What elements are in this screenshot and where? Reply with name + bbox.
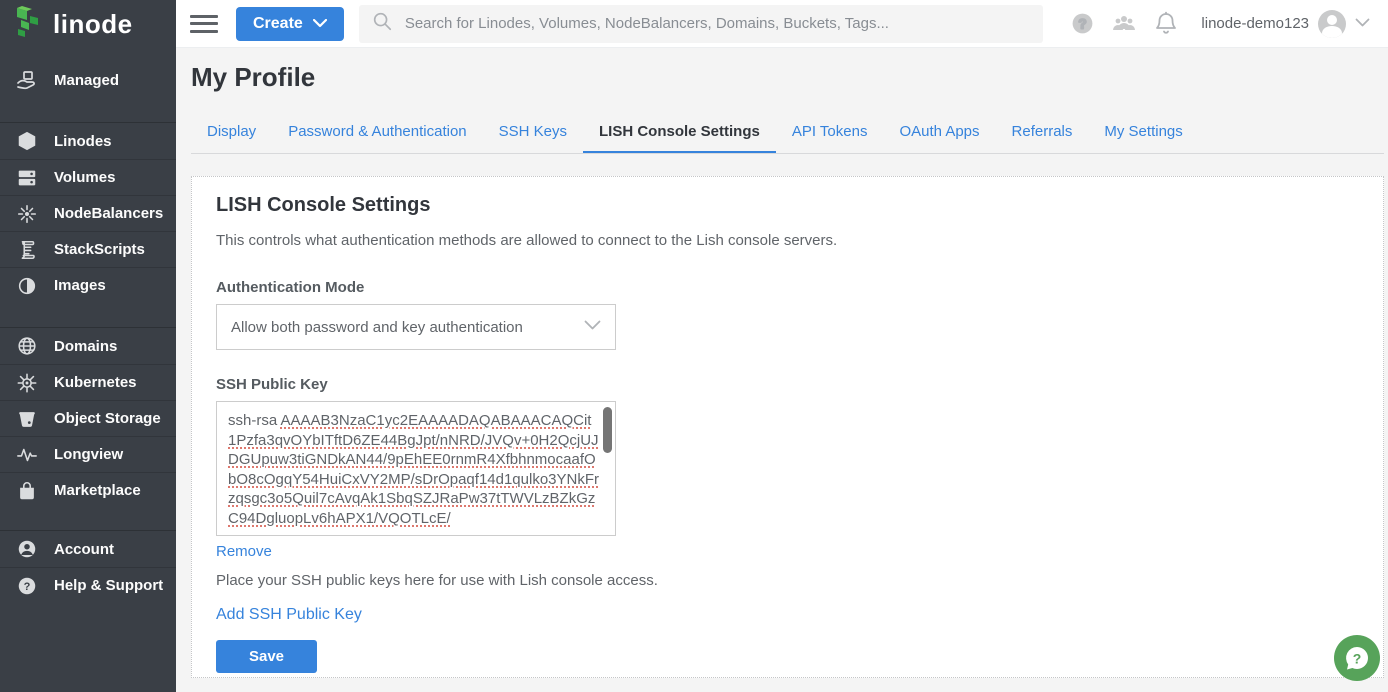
sidebar: linode Managed Linodes Volumes Node (0, 0, 176, 692)
bucket-icon (15, 407, 39, 431)
svg-text:?: ? (1078, 16, 1086, 31)
tabs-divider (191, 153, 1384, 154)
community-icon[interactable] (1103, 4, 1145, 44)
sidebar-item-label: Domains (54, 338, 117, 355)
create-button-label: Create (253, 15, 303, 33)
sidebar-item-help-support[interactable]: ? Help & Support (0, 567, 176, 603)
save-button[interactable]: Save (216, 640, 317, 673)
ssh-key-textarea[interactable]: ssh-rsa AAAAB3NzaC1yc2EAAAADAQABAAACAQCi… (216, 401, 616, 536)
topbar: Create ? linode-demo123 (176, 0, 1388, 48)
auth-mode-select[interactable]: Allow both password and key authenticati… (216, 304, 616, 350)
ssh-key-helper-text: Place your SSH public keys here for use … (216, 572, 1359, 589)
account-icon (15, 537, 39, 561)
username: linode-demo123 (1201, 15, 1309, 32)
tab-oauth-apps[interactable]: OAuth Apps (883, 111, 995, 153)
panel-heading: LISH Console Settings (216, 194, 1359, 217)
ssh-key-label: SSH Public Key (216, 376, 1359, 393)
svg-text:?: ? (1353, 651, 1362, 667)
sidebar-item-domains[interactable]: Domains (0, 328, 176, 364)
search-icon (371, 10, 393, 37)
page-title: My Profile (191, 62, 1384, 93)
chevron-down-icon (313, 19, 327, 28)
tab-display[interactable]: Display (191, 111, 272, 153)
sidebar-item-volumes[interactable]: Volumes (0, 159, 176, 195)
tab-lish-console-settings[interactable]: LISH Console Settings (583, 111, 776, 153)
chevron-down-icon (1355, 15, 1370, 33)
sidebar-item-label: StackScripts (54, 241, 145, 258)
sidebar-item-nodebalancers[interactable]: NodeBalancers (0, 195, 176, 231)
sidebar-item-managed[interactable]: Managed (0, 62, 176, 98)
add-ssh-key-link[interactable]: Add SSH Public Key (216, 606, 362, 624)
auth-mode-value: Allow both password and key authenticati… (231, 319, 584, 336)
notification-bell-icon[interactable] (1145, 4, 1187, 44)
linode-logo[interactable]: linode (0, 0, 176, 48)
main-content: My Profile Display Password & Authentica… (176, 48, 1388, 692)
tab-my-settings[interactable]: My Settings (1088, 111, 1198, 153)
tab-referrals[interactable]: Referrals (996, 111, 1089, 153)
sidebar-item-label: NodeBalancers (54, 205, 163, 222)
avatar (1318, 10, 1346, 38)
sidebar-item-linodes[interactable]: Linodes (0, 123, 176, 159)
tab-password-authentication[interactable]: Password & Authentication (272, 111, 482, 153)
help-icon: ? (15, 574, 39, 598)
pulse-icon (15, 443, 39, 467)
sidebar-item-object-storage[interactable]: Object Storage (0, 400, 176, 436)
sidebar-item-longview[interactable]: Longview (0, 436, 176, 472)
tab-api-tokens[interactable]: API Tokens (776, 111, 884, 153)
search-input[interactable] (405, 15, 1032, 32)
ssh-key-body: AAAAB3NzaC1yc2EAAAADAQABAAACAQCit1Pzfa3q… (228, 412, 599, 527)
textarea-scrollbar[interactable] (603, 407, 612, 453)
sidebar-item-label: Images (54, 277, 106, 294)
kubernetes-icon (15, 371, 39, 395)
sidebar-item-label: Object Storage (54, 410, 161, 427)
auth-mode-label: Authentication Mode (216, 279, 1359, 296)
create-button[interactable]: Create (236, 7, 344, 41)
search-bar[interactable] (359, 5, 1044, 43)
ssh-key-prefix: ssh-rsa (228, 412, 281, 429)
nodebalancer-icon (15, 202, 39, 226)
help-chat-icon[interactable]: ? (1334, 635, 1380, 681)
sidebar-item-label: Longview (54, 446, 123, 463)
sidebar-item-label: Help & Support (54, 577, 163, 594)
sidebar-item-label: Marketplace (54, 482, 141, 499)
sidebar-item-stackscripts[interactable]: StackScripts (0, 231, 176, 267)
linode-logo-text: linode (53, 9, 133, 40)
sidebar-item-account[interactable]: Account (0, 531, 176, 567)
sidebar-item-label: Kubernetes (54, 374, 137, 391)
panel-description: This controls what authentication method… (216, 232, 1359, 249)
user-menu[interactable]: linode-demo123 (1201, 10, 1370, 38)
bag-icon (15, 479, 39, 503)
sidebar-item-marketplace[interactable]: Marketplace (0, 472, 176, 508)
managed-icon (15, 68, 39, 92)
image-icon (15, 274, 39, 298)
sidebar-item-label: Account (54, 541, 114, 558)
remove-key-link[interactable]: Remove (216, 543, 272, 560)
svg-text:?: ? (24, 581, 31, 593)
sidebar-item-images[interactable]: Images (0, 267, 176, 303)
volume-icon (15, 166, 39, 190)
menu-icon[interactable] (190, 15, 218, 33)
sidebar-item-kubernetes[interactable]: Kubernetes (0, 364, 176, 400)
globe-icon (15, 334, 39, 358)
linode-icon (15, 129, 39, 153)
tab-ssh-keys[interactable]: SSH Keys (483, 111, 583, 153)
lish-settings-panel: LISH Console Settings This controls what… (191, 176, 1384, 678)
sidebar-item-label: Linodes (54, 133, 112, 150)
sidebar-item-label: Volumes (54, 169, 115, 186)
help-circle-icon[interactable]: ? (1061, 4, 1103, 44)
linode-logo-icon (14, 6, 44, 43)
stackscript-icon (15, 238, 39, 262)
chevron-down-icon (584, 318, 601, 336)
sidebar-item-label: Managed (54, 72, 119, 89)
profile-tabs: Display Password & Authentication SSH Ke… (191, 111, 1384, 153)
